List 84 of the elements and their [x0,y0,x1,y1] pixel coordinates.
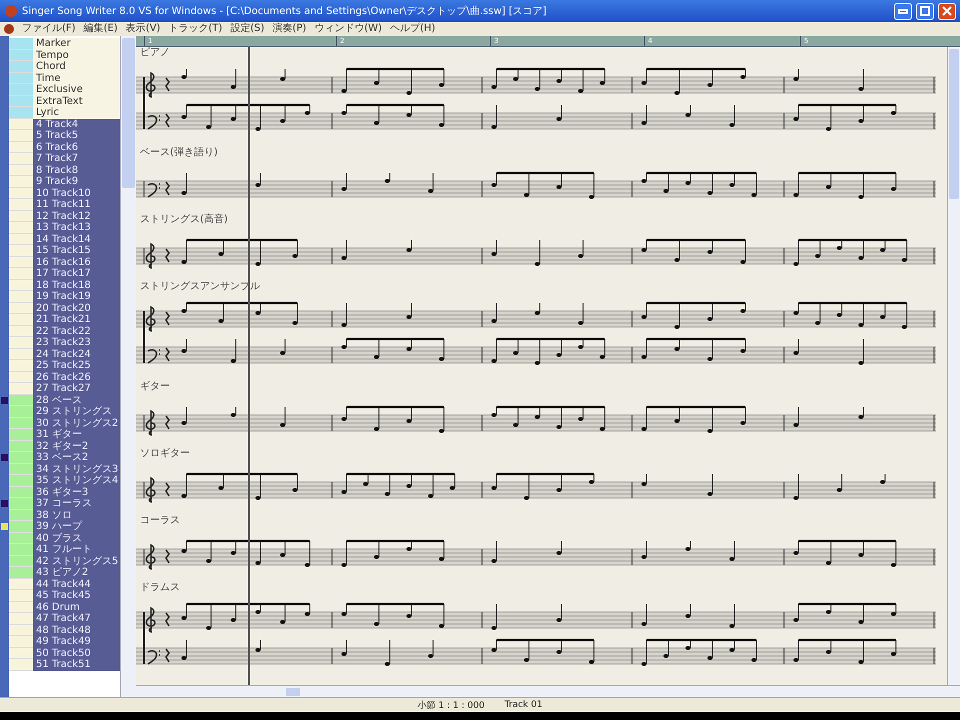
track-item[interactable]: 27 Track27 [33,383,120,394]
track-item[interactable]: 8 Track8 [33,164,120,176]
menu-item[interactable]: ヘルプ(H) [390,23,436,35]
track-item[interactable]: Lyric [33,107,120,118]
track-item[interactable]: 42 ストリングス5 [33,556,120,567]
staff-label: ギター [139,381,170,393]
track-item[interactable]: 48 Track48 [33,624,120,636]
menu-item[interactable]: トラック(T) [168,23,222,35]
minimize-button[interactable] [894,2,912,20]
track-item[interactable]: 6 Track6 [33,142,120,153]
track-item[interactable]: 12 Track12 [33,210,120,222]
track-item[interactable]: 50 Track50 [33,648,120,659]
staff-label: ベース(弾き語り) [139,147,218,159]
staff-label: ソロギター [139,448,190,460]
track-item[interactable]: 34 ストリングス3 [33,464,120,475]
track-item[interactable]: 20 Track20 [33,302,120,314]
track-item[interactable]: 10 Track10 [33,188,120,199]
track-item[interactable]: 18 Track18 [33,280,120,291]
track-item[interactable]: 17 Track17 [33,268,120,280]
track-item[interactable]: 33 ベース2 [33,452,120,464]
track-item[interactable]: 23 Track23 [33,337,120,348]
track-item[interactable]: 37 コーラス [33,498,120,510]
track-item[interactable]: 15 Track15 [33,245,120,256]
track-item[interactable]: 38 ソロ [33,510,120,521]
track-item[interactable]: Exclusive [33,84,120,96]
track-item[interactable]: 30 ストリングス2 [33,418,120,429]
track-item[interactable]: 13 Track13 [33,222,120,234]
track-item[interactable]: 39 ハープ [33,521,120,532]
maximize-button[interactable] [916,2,934,20]
menu-item[interactable]: 設定(S) [230,23,264,35]
close-icon [941,5,953,17]
menu-item[interactable]: 編集(E) [84,23,118,35]
track-item[interactable]: 40 ブラス [33,532,120,544]
track-item[interactable]: 19 Track19 [33,291,120,302]
track-item[interactable]: 35 ストリングス4 [33,475,120,486]
track-item[interactable]: 5 Track5 [33,130,120,142]
minimize-icon [898,8,908,14]
track-item[interactable]: Tempo [33,50,120,61]
track-item[interactable]: 32 ギター2 [33,440,120,452]
window-title: Singer Song Writer 8.0 VS for Windows - [C:\Documents and Settings\Owner\デスクトップ\曲.ssw] [スコア] [22,4,548,18]
track-item[interactable]: 29 ストリングス [33,406,120,418]
staff-label: コーラス [139,515,180,527]
track-item[interactable]: 51 Track51 [33,659,120,670]
staff-label: ドラムス [139,582,180,594]
track-item[interactable]: 22 Track22 [33,326,120,337]
staff-label: ピアノ [139,47,170,59]
app-icon [4,4,18,18]
track-item[interactable]: ExtraText [33,96,120,107]
track-item[interactable]: 47 Track47 [33,613,120,624]
track-item[interactable]: 16 Track16 [33,256,120,268]
track-item[interactable]: 25 Track25 [33,360,120,372]
track-item[interactable]: 28 ベース [33,394,120,406]
track-item[interactable]: 43 ピアノ2 [33,567,120,578]
track-item[interactable]: Chord [33,61,120,72]
menu-item[interactable]: ウィンドウ(W) [314,23,382,35]
track-item[interactable]: 7 Track7 [33,153,120,164]
track-item[interactable]: 9 Track9 [33,176,120,188]
status-text: 小節 1 : 1 : 000 [418,700,485,712]
scroll-bar[interactable] [120,36,136,697]
track-item[interactable]: 11 Track11 [33,199,120,210]
track-item[interactable]: 14 Track14 [33,234,120,245]
track-item[interactable]: 49 Track49 [33,636,120,648]
menu-item[interactable]: 演奏(P) [272,23,306,35]
track-item[interactable]: 26 Track26 [33,372,120,383]
close-button[interactable] [938,2,956,20]
track-item[interactable]: 36 ギター3 [33,486,120,498]
staff-label: ストリングス(高音) [139,214,228,226]
track-item[interactable]: 24 Track24 [33,348,120,360]
track-item[interactable]: 21 Track21 [33,314,120,326]
track-item[interactable]: 46 Drum [33,602,120,613]
scroll-bar[interactable] [136,685,960,697]
status-text: Track 01 [504,700,542,710]
track-item[interactable]: 41 フルート [33,544,120,556]
document-icon[interactable] [4,24,14,34]
menu-item[interactable]: 表示(V) [126,23,160,35]
track-item[interactable]: 44 Track44 [33,578,120,590]
track-item[interactable]: 4 Track4 [33,118,120,130]
track-item[interactable]: Time [33,72,120,84]
track-item[interactable]: 45 Track45 [33,590,120,602]
scroll-bar[interactable] [947,47,960,685]
track-item[interactable]: Marker [33,38,120,50]
maximize-icon [919,5,931,17]
menu-item[interactable]: ファイル(F) [22,23,76,35]
track-item[interactable]: 31 ギター [33,429,120,440]
